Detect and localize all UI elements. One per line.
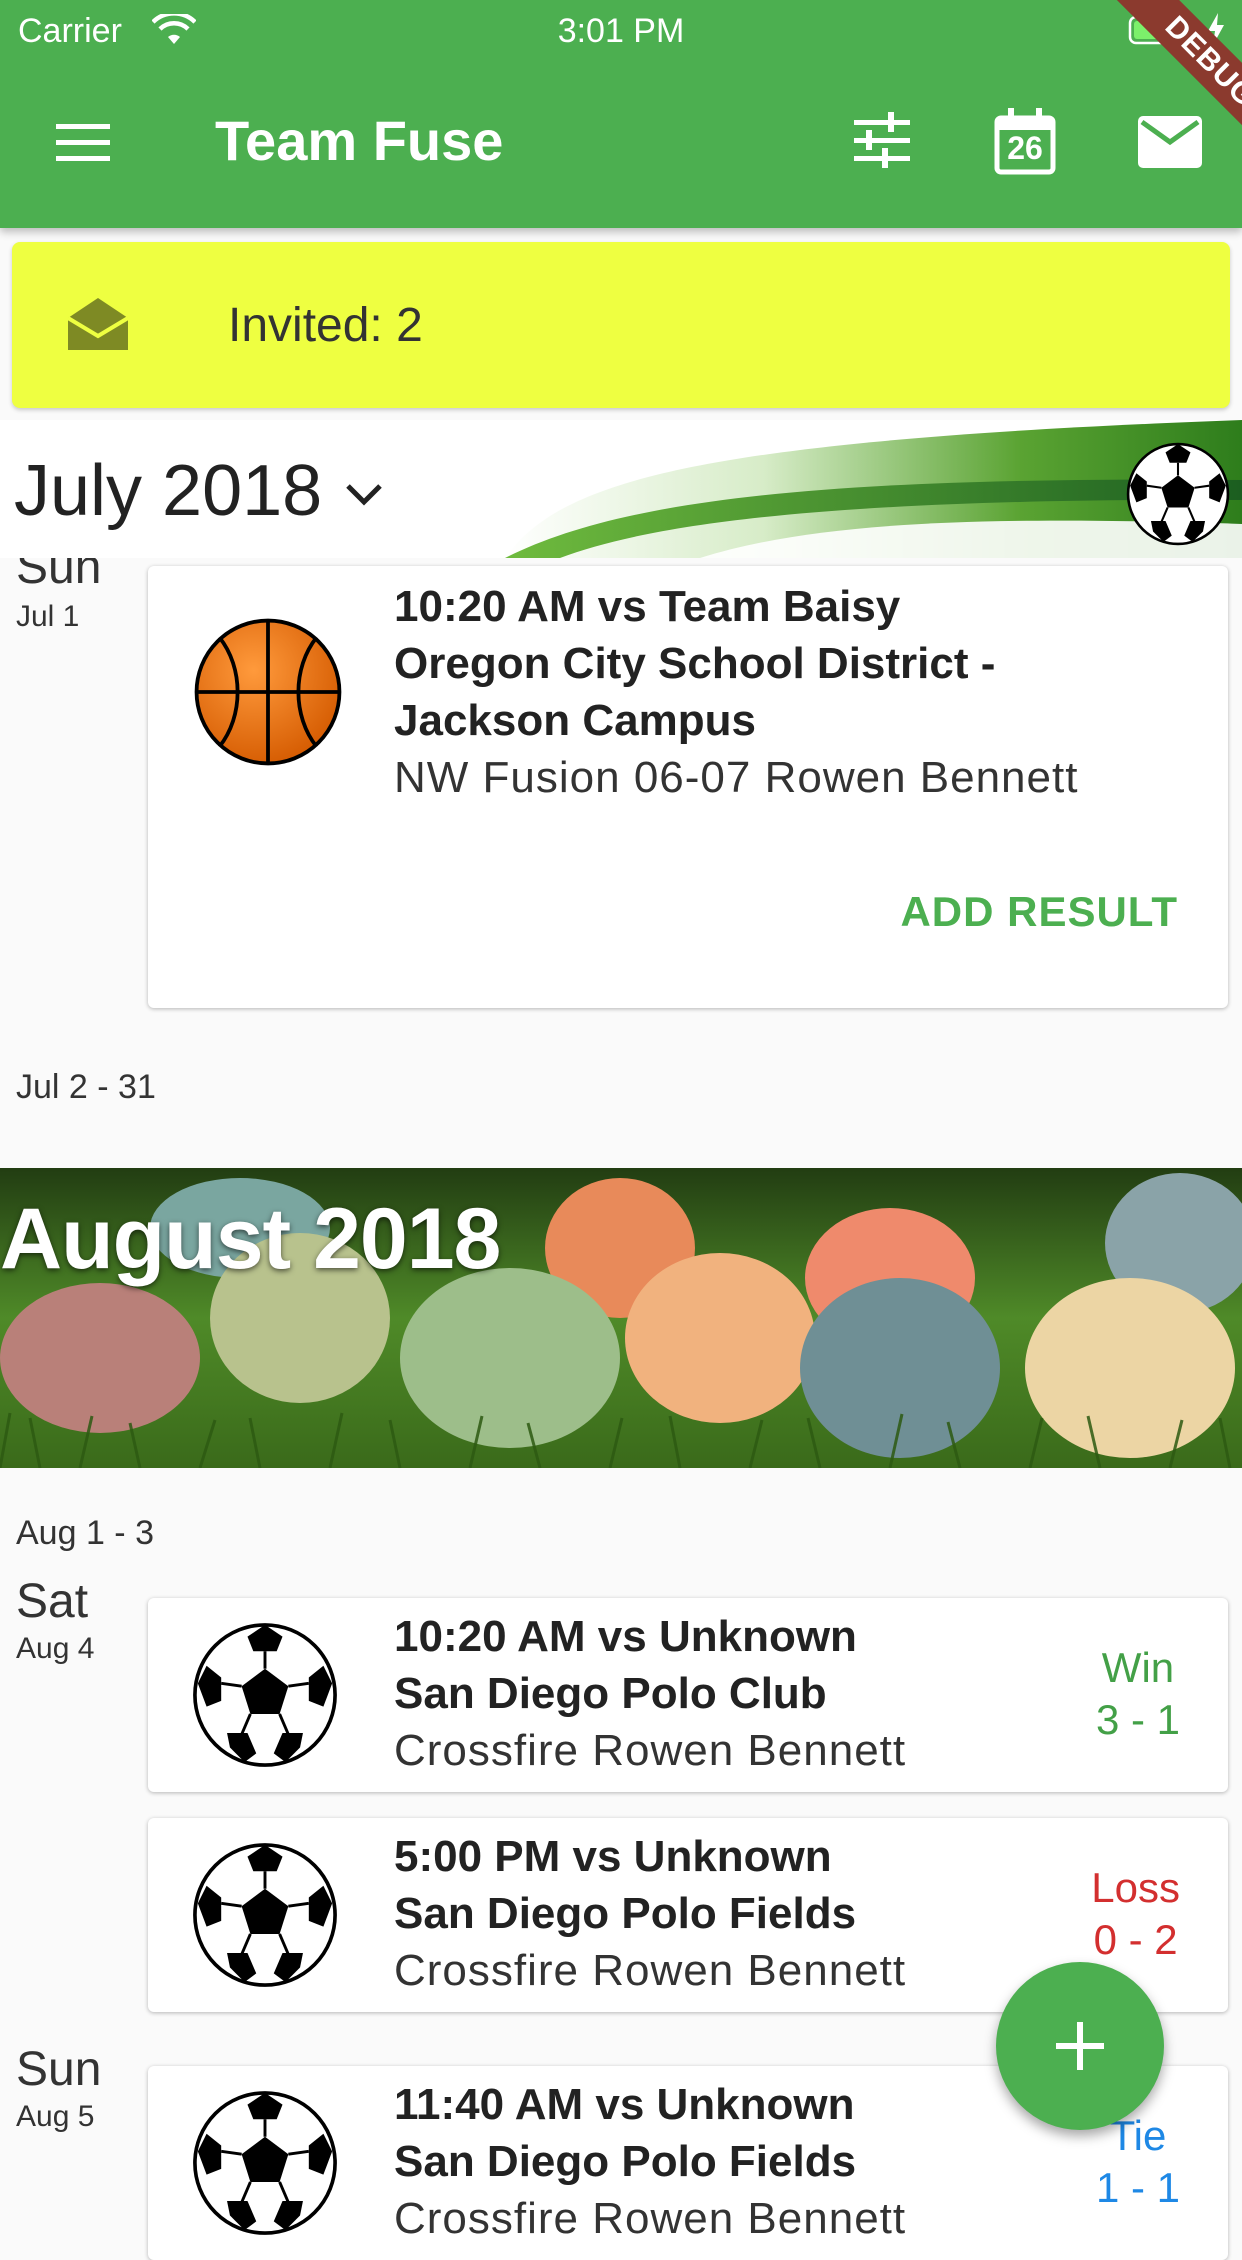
basketball-icon	[192, 616, 344, 773]
game-team: Crossfire Rowen Bennett	[394, 1726, 907, 1775]
soccer-ball-icon	[1126, 442, 1230, 551]
date-range-label: Aug 1 - 3	[16, 1514, 154, 1552]
result-label: Win	[1101, 1644, 1175, 1691]
game-result-tie: Tie 1 - 1	[1096, 2110, 1180, 2214]
app-bar: Carrier 3:01 PM DEBUG Team Fuse 26	[0, 0, 1242, 228]
date-range-label: Jul 2 - 31	[16, 1068, 156, 1106]
game-venue: Oregon City School District -	[394, 639, 996, 688]
soccer-ball-icon	[192, 2090, 338, 2241]
game-title: 5:00 PM vs Unknown	[394, 1832, 832, 1881]
day-date: Aug 5	[16, 2100, 95, 2133]
calendar-icon[interactable]: 26	[994, 108, 1056, 181]
app-title: Team Fuse	[215, 109, 504, 172]
plus-icon	[1056, 2022, 1104, 2070]
tune-icon[interactable]	[852, 112, 912, 177]
month-banner-august: August 2018	[0, 1168, 1242, 1468]
game-venue-detail: Jackson Campus	[394, 696, 756, 745]
soccer-ball-icon	[192, 1842, 338, 1993]
day-date: Aug 4	[16, 1632, 95, 1665]
game-team: NW Fusion 06-07 Rowen Bennett	[394, 753, 1079, 802]
chevron-down-icon[interactable]	[340, 470, 388, 523]
invite-count-text: Invited: 2	[228, 299, 423, 352]
game-team: Crossfire Rowen Bennett	[394, 1946, 907, 1995]
game-title: 10:20 AM vs Team Baisy	[394, 582, 901, 631]
soccer-ball-icon	[192, 1622, 338, 1773]
day-date: Jul 1	[16, 600, 80, 633]
open-envelope-icon	[66, 294, 130, 359]
game-card[interactable]: 10:20 AM vs Team Baisy Oregon City Schoo…	[148, 566, 1228, 1008]
day-weekday: Sun	[16, 2043, 102, 2096]
mail-icon[interactable]	[1138, 116, 1202, 173]
game-venue: San Diego Polo Fields	[394, 2137, 857, 2186]
game-team: Crossfire Rowen Bennett	[394, 2194, 907, 2243]
month-selector-july[interactable]: July 2018	[14, 450, 322, 532]
game-result-loss: Loss 0 - 2	[1091, 1862, 1180, 1966]
result-label: Loss	[1091, 1864, 1180, 1911]
status-bar: Carrier 3:01 PM	[0, 8, 1242, 58]
month-title-august: August 2018	[0, 1191, 501, 1287]
day-weekday: Sat	[16, 1575, 89, 1628]
game-venue: San Diego Polo Club	[394, 1669, 827, 1718]
result-score: 1 - 1	[1095, 2164, 1180, 2211]
menu-icon[interactable]	[54, 118, 114, 173]
calendar-day-number: 26	[1007, 130, 1043, 166]
invite-banner[interactable]: Invited: 2	[12, 242, 1230, 408]
add-result-button[interactable]: ADD RESULT	[900, 888, 1178, 936]
result-score: 3 - 1	[1095, 1696, 1180, 1743]
month-header-july: July 2018	[0, 420, 1242, 558]
game-venue: San Diego Polo Fields	[394, 1889, 857, 1938]
game-result-win: Win 3 - 1	[1096, 1642, 1180, 1746]
game-title: 10:20 AM vs Unknown	[394, 1612, 857, 1661]
game-card[interactable]: 10:20 AM vs Unknown San Diego Polo Club …	[148, 1598, 1228, 1792]
result-score: 0 - 2	[1093, 1916, 1178, 1963]
status-time: 3:01 PM	[557, 12, 685, 50]
game-title: 11:40 AM vs Unknown	[394, 2080, 855, 2129]
add-game-button[interactable]	[996, 1962, 1164, 2130]
